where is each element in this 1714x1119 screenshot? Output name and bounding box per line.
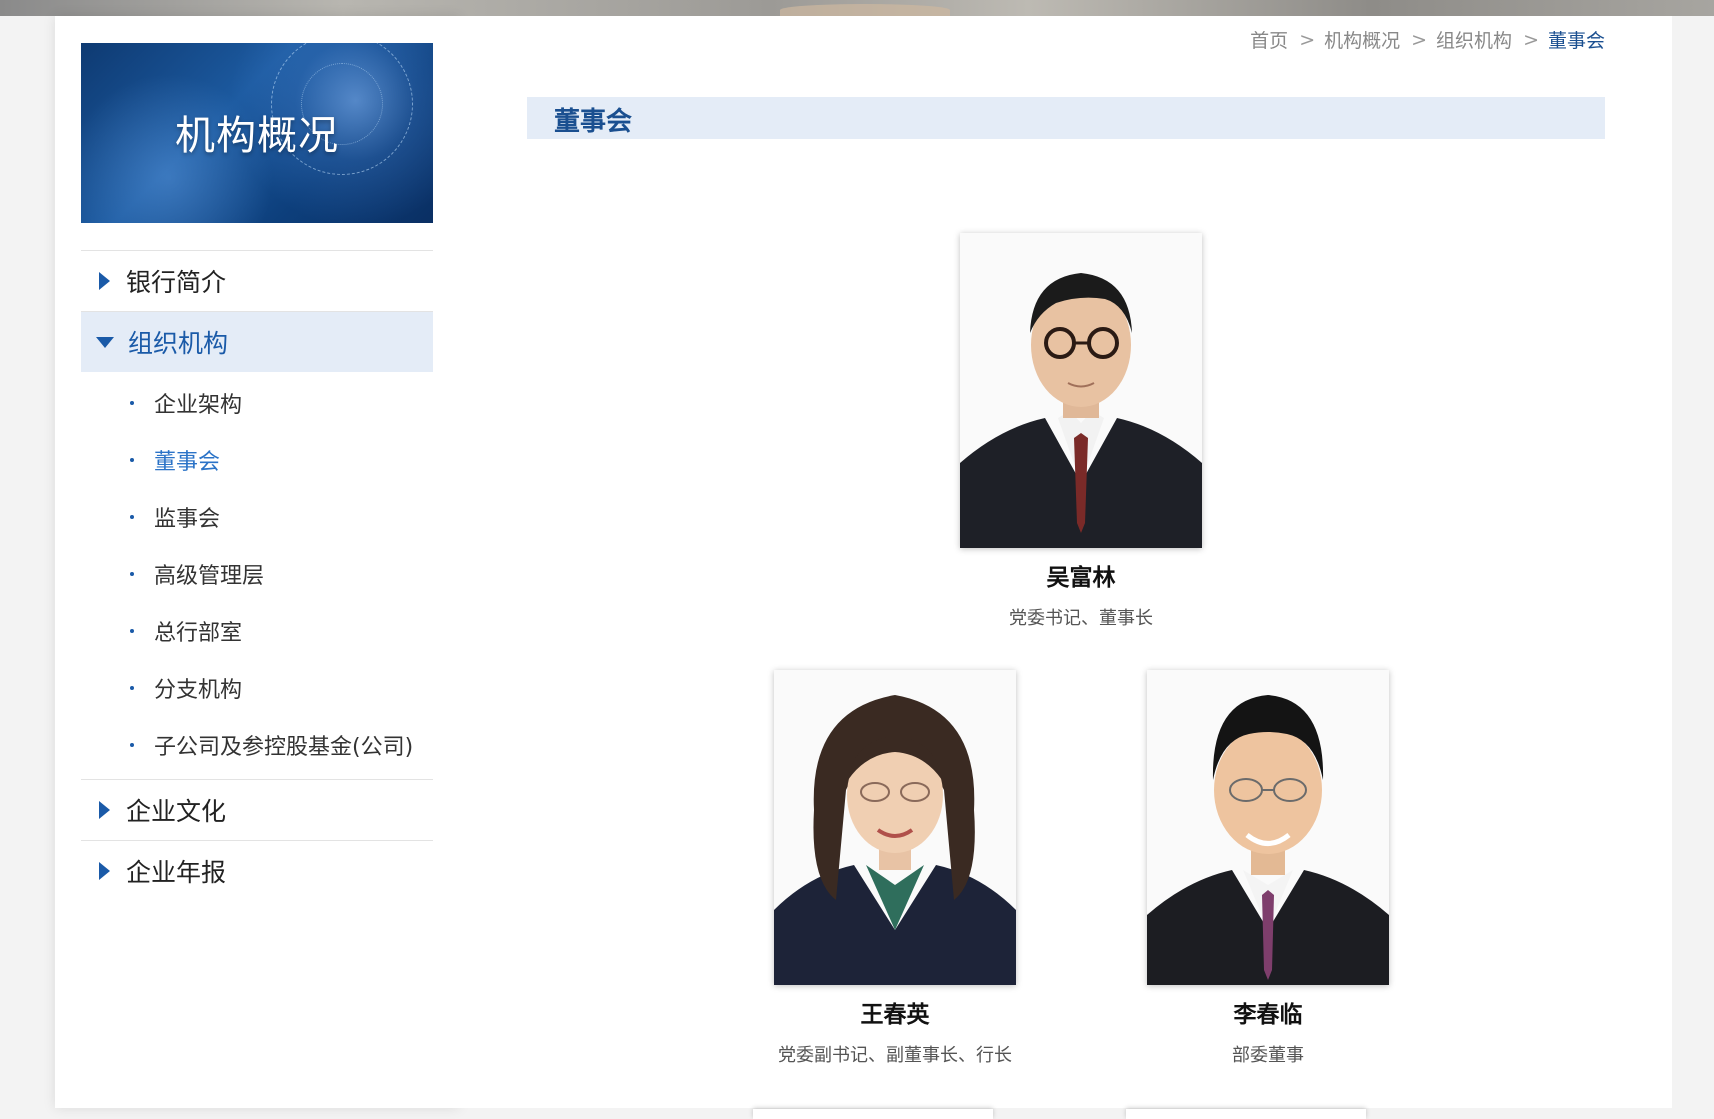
bullet-icon — [130, 742, 134, 747]
sidebar-submenu: 企业架构 董事会 监事会 高级管理层 总行部室 分支机构 子公司及参控股基金(公… — [81, 372, 433, 779]
sidebar-item-corporate-culture[interactable]: 企业文化 — [81, 779, 433, 840]
triangle-right-icon — [99, 801, 110, 819]
sidebar-item-annual-report[interactable]: 企业年报 — [81, 840, 433, 901]
person-role: 党委书记、董事长 — [1009, 608, 1153, 629]
submenu-label: 子公司及参控股基金(公司) — [154, 734, 414, 760]
breadcrumb-separator: > — [1523, 28, 1539, 51]
submenu-label: 总行部室 — [154, 620, 243, 646]
sidebar-item-label: 组织机构 — [128, 329, 229, 358]
person-card[interactable]: 吴富林 党委书记、董事长 — [936, 233, 1226, 630]
breadcrumb-organization-link[interactable]: 组织机构 — [1436, 26, 1512, 53]
banner-title: 机构概况 — [175, 113, 339, 159]
breadcrumb: 首页 > 机构概况 > 组织机构 > 董事会 — [1250, 26, 1605, 53]
sidebar-item-organization[interactable]: 组织机构 — [81, 311, 433, 372]
breadcrumb-current[interactable]: 董事会 — [1548, 26, 1605, 53]
person-name: 王春英 — [860, 1002, 930, 1028]
submenu-label: 企业架构 — [154, 392, 243, 418]
bullet-icon — [130, 514, 134, 519]
person-card[interactable]: 李春临 部委董事 — [1123, 670, 1413, 1067]
submenu-label: 董事会 — [154, 449, 221, 475]
triangle-right-icon — [99, 272, 110, 290]
submenu-item-board[interactable]: 董事会 — [81, 431, 433, 488]
sidebar-item-label: 企业文化 — [126, 797, 227, 826]
submenu-item-branches[interactable]: 分支机构 — [81, 659, 433, 716]
main-content: 首页 > 机构概况 > 组织机构 > 董事会 董事会 吴富林 党委书记、董事长 … — [459, 16, 1672, 1119]
bullet-icon — [130, 571, 134, 576]
triangle-down-icon — [96, 336, 114, 348]
triangle-right-icon — [99, 862, 110, 880]
breadcrumb-separator: > — [1299, 28, 1316, 51]
sidebar-item-bank-intro[interactable]: 银行简介 — [81, 250, 433, 311]
next-person-photo-edge — [1126, 1109, 1366, 1119]
section-header: 董事会 — [527, 97, 1605, 139]
person-name: 李春临 — [1233, 1002, 1303, 1028]
breadcrumb-home-link[interactable]: 首页 — [1250, 26, 1288, 53]
submenu-label: 高级管理层 — [154, 563, 265, 589]
breadcrumb-separator: > — [1411, 28, 1428, 51]
submenu-item-head-office-departments[interactable]: 总行部室 — [81, 602, 433, 659]
submenu-label: 监事会 — [154, 506, 221, 532]
person-role: 党委副书记、副董事长、行长 — [778, 1045, 1012, 1066]
submenu-label: 分支机构 — [154, 677, 243, 703]
bullet-icon — [130, 628, 134, 633]
submenu-item-subsidiaries[interactable]: 子公司及参控股基金(公司) — [81, 716, 433, 773]
page-margin — [1672, 16, 1714, 1108]
person-name: 吴富林 — [1046, 565, 1116, 591]
bullet-icon — [130, 457, 134, 462]
person-card[interactable]: 王春英 党委副书记、副董事长、行长 — [750, 670, 1040, 1067]
person-photo — [774, 670, 1016, 985]
person-photo — [1147, 670, 1389, 985]
submenu-item-senior-management[interactable]: 高级管理层 — [81, 545, 433, 602]
sidebar-item-label: 银行简介 — [126, 268, 227, 297]
sidebar-banner: 机构概况 — [81, 43, 433, 223]
sidebar-nav: 银行简介 组织机构 企业架构 董事会 监事会 高级管理层 总行部室 分支机构 子… — [81, 250, 433, 901]
bullet-icon — [130, 400, 134, 405]
person-photo — [960, 233, 1202, 548]
submenu-item-corporate-structure[interactable]: 企业架构 — [81, 374, 433, 431]
bullet-icon — [130, 685, 134, 690]
sidebar-item-label: 企业年报 — [126, 858, 227, 887]
sidebar: 机构概况 银行简介 组织机构 企业架构 董事会 监事会 高级管理层 总行部室 分… — [55, 16, 459, 1108]
next-person-photo-edge — [753, 1109, 993, 1119]
person-role: 部委董事 — [1232, 1045, 1304, 1066]
section-title: 董事会 — [554, 107, 633, 137]
submenu-item-supervisory-board[interactable]: 监事会 — [81, 488, 433, 545]
header-image-strip — [0, 0, 1714, 16]
breadcrumb-overview-link[interactable]: 机构概况 — [1324, 26, 1400, 53]
